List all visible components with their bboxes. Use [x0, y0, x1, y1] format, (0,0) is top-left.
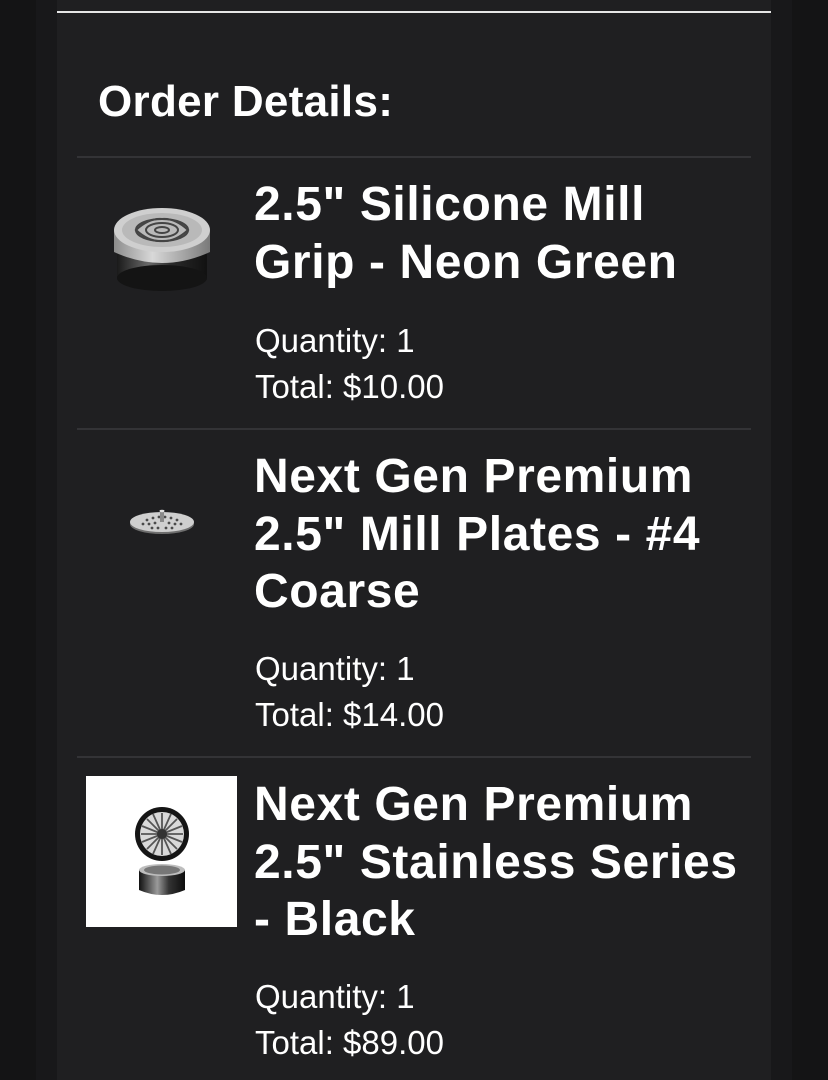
top-rule — [57, 11, 771, 13]
product-total: Total: $89.00 — [255, 1024, 444, 1061]
order-item[interactable]: 2.5" Silicone Mill Grip - Neon Green Qua… — [77, 158, 751, 428]
product-thumbnail[interactable] — [86, 776, 237, 927]
product-thumbnail[interactable] — [86, 174, 237, 325]
grinder-stainless-icon — [134, 806, 189, 895]
order-details-heading: Order Details: — [98, 77, 394, 126]
mill-plate-icon — [129, 509, 194, 534]
order-item[interactable]: Next Gen Premium 2.5" Mill Plates - #4 C… — [77, 430, 751, 756]
order-item[interactable]: Next Gen Premium 2.5" Stainless Series -… — [77, 758, 751, 1080]
product-name[interactable]: Next Gen Premium 2.5" Mill Plates - #4 C… — [254, 448, 744, 621]
product-quantity: Quantity: 1 — [255, 322, 415, 359]
product-quantity: Quantity: 1 — [255, 650, 415, 687]
product-name[interactable]: Next Gen Premium 2.5" Stainless Series -… — [254, 776, 744, 949]
product-quantity: Quantity: 1 — [255, 978, 415, 1015]
order-details-page: Order Details: 2.5" Silicone Mill Grip -… — [0, 0, 828, 1080]
product-total: Total: $14.00 — [255, 696, 444, 733]
grinder-grip-icon — [113, 207, 210, 291]
product-total: Total: $10.00 — [255, 368, 444, 405]
product-thumbnail[interactable] — [86, 446, 237, 597]
product-name[interactable]: 2.5" Silicone Mill Grip - Neon Green — [254, 176, 744, 291]
